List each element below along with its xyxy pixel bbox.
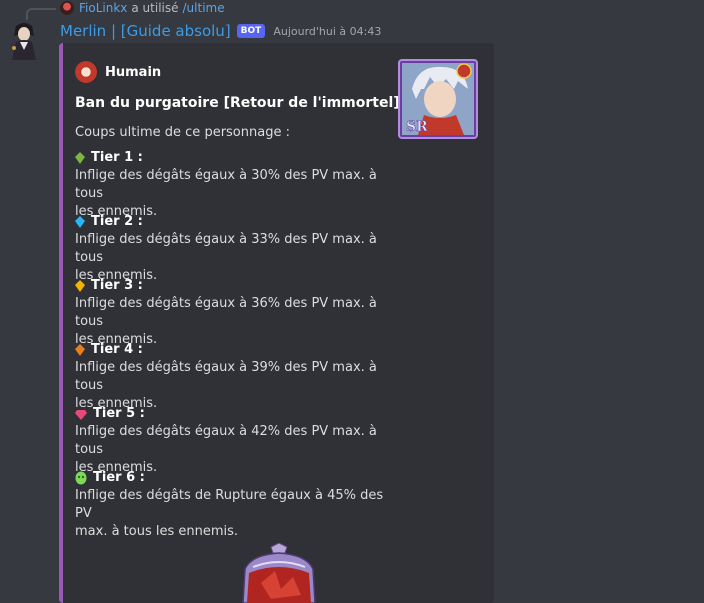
field-tier-1: Tier 1 : Inflige des dégâts égaux à 30% … [75,149,395,221]
message-timestamp[interactable]: Aujourd'hui à 04:43 [273,25,381,38]
reply-username[interactable]: FioLinkx [79,1,127,15]
field-name: Tier 5 : [93,406,145,421]
field-tier-2: Tier 2 : Inflige des dégâts égaux à 33% … [75,213,395,285]
green-gem-icon [75,152,85,164]
embed-title: Ban du purgatoire [Retour de l'immortel] [75,95,400,111]
field-value-line: Inflige des dégâts égaux à 39% des PV ma… [75,360,377,393]
field-value-line: Inflige des dégâts de Rupture égaux à 45… [75,488,384,521]
orange-gem-icon [75,344,85,356]
gold-gem-icon [75,280,85,292]
field-tier-4: Tier 4 : Inflige des dégâts égaux à 39% … [75,341,395,413]
embed-description: Coups ultime de ce personnage : [75,125,290,140]
message-header: Merlin | [Guide absolu] BOT Aujourd'hui … [60,20,381,42]
embed-author-name: Humain [105,64,162,80]
field-name: Tier 4 : [91,342,143,357]
reply-reference[interactable]: FioLinkx a utilisé /ultime [60,0,225,16]
embed-author: Humain [75,61,161,83]
field-value-line: max. à tous les ennemis. [75,524,239,539]
field-name: Tier 6 : [93,470,145,485]
embed-card: Humain Ban du purgatoire [Retour de l'im… [59,43,494,603]
blue-gem-icon [75,216,85,228]
character-portrait-thumbnail[interactable]: SR [398,59,478,139]
field-tier-5: Tier 5 : Inflige des dégâts égaux à 42% … [75,405,395,477]
field-value-line: Inflige des dégâts égaux à 30% des PV ma… [75,168,377,201]
race-emblem-icon [75,61,97,83]
field-name: Tier 2 : [91,214,143,229]
reply-connector [26,8,56,20]
green-skull-gem-icon [75,471,87,485]
field-tier-3: Tier 3 : Inflige des dégâts égaux à 36% … [75,277,395,349]
reply-user-avatar[interactable] [60,1,74,15]
bot-badge: BOT [236,24,266,38]
ultimate-artwork-image[interactable] [231,543,327,603]
field-name: Tier 1 : [91,150,143,165]
field-value-line: Inflige des dégâts égaux à 33% des PV ma… [75,232,377,265]
bot-avatar[interactable] [6,20,42,60]
field-name: Tier 3 : [91,278,143,293]
reply-command[interactable]: /ultime [183,1,225,15]
pink-gem-icon [75,410,87,420]
field-value-line: Inflige des dégâts égaux à 42% des PV ma… [75,424,377,457]
field-value-line: Inflige des dégâts égaux à 36% des PV ma… [75,296,377,329]
svg-text:SR: SR [406,119,428,135]
field-tier-6: Tier 6 : Inflige des dégâts de Rupture é… [75,469,395,541]
reply-action: a utilisé [131,1,179,15]
bot-username[interactable]: Merlin | [Guide absolu] [60,22,231,40]
